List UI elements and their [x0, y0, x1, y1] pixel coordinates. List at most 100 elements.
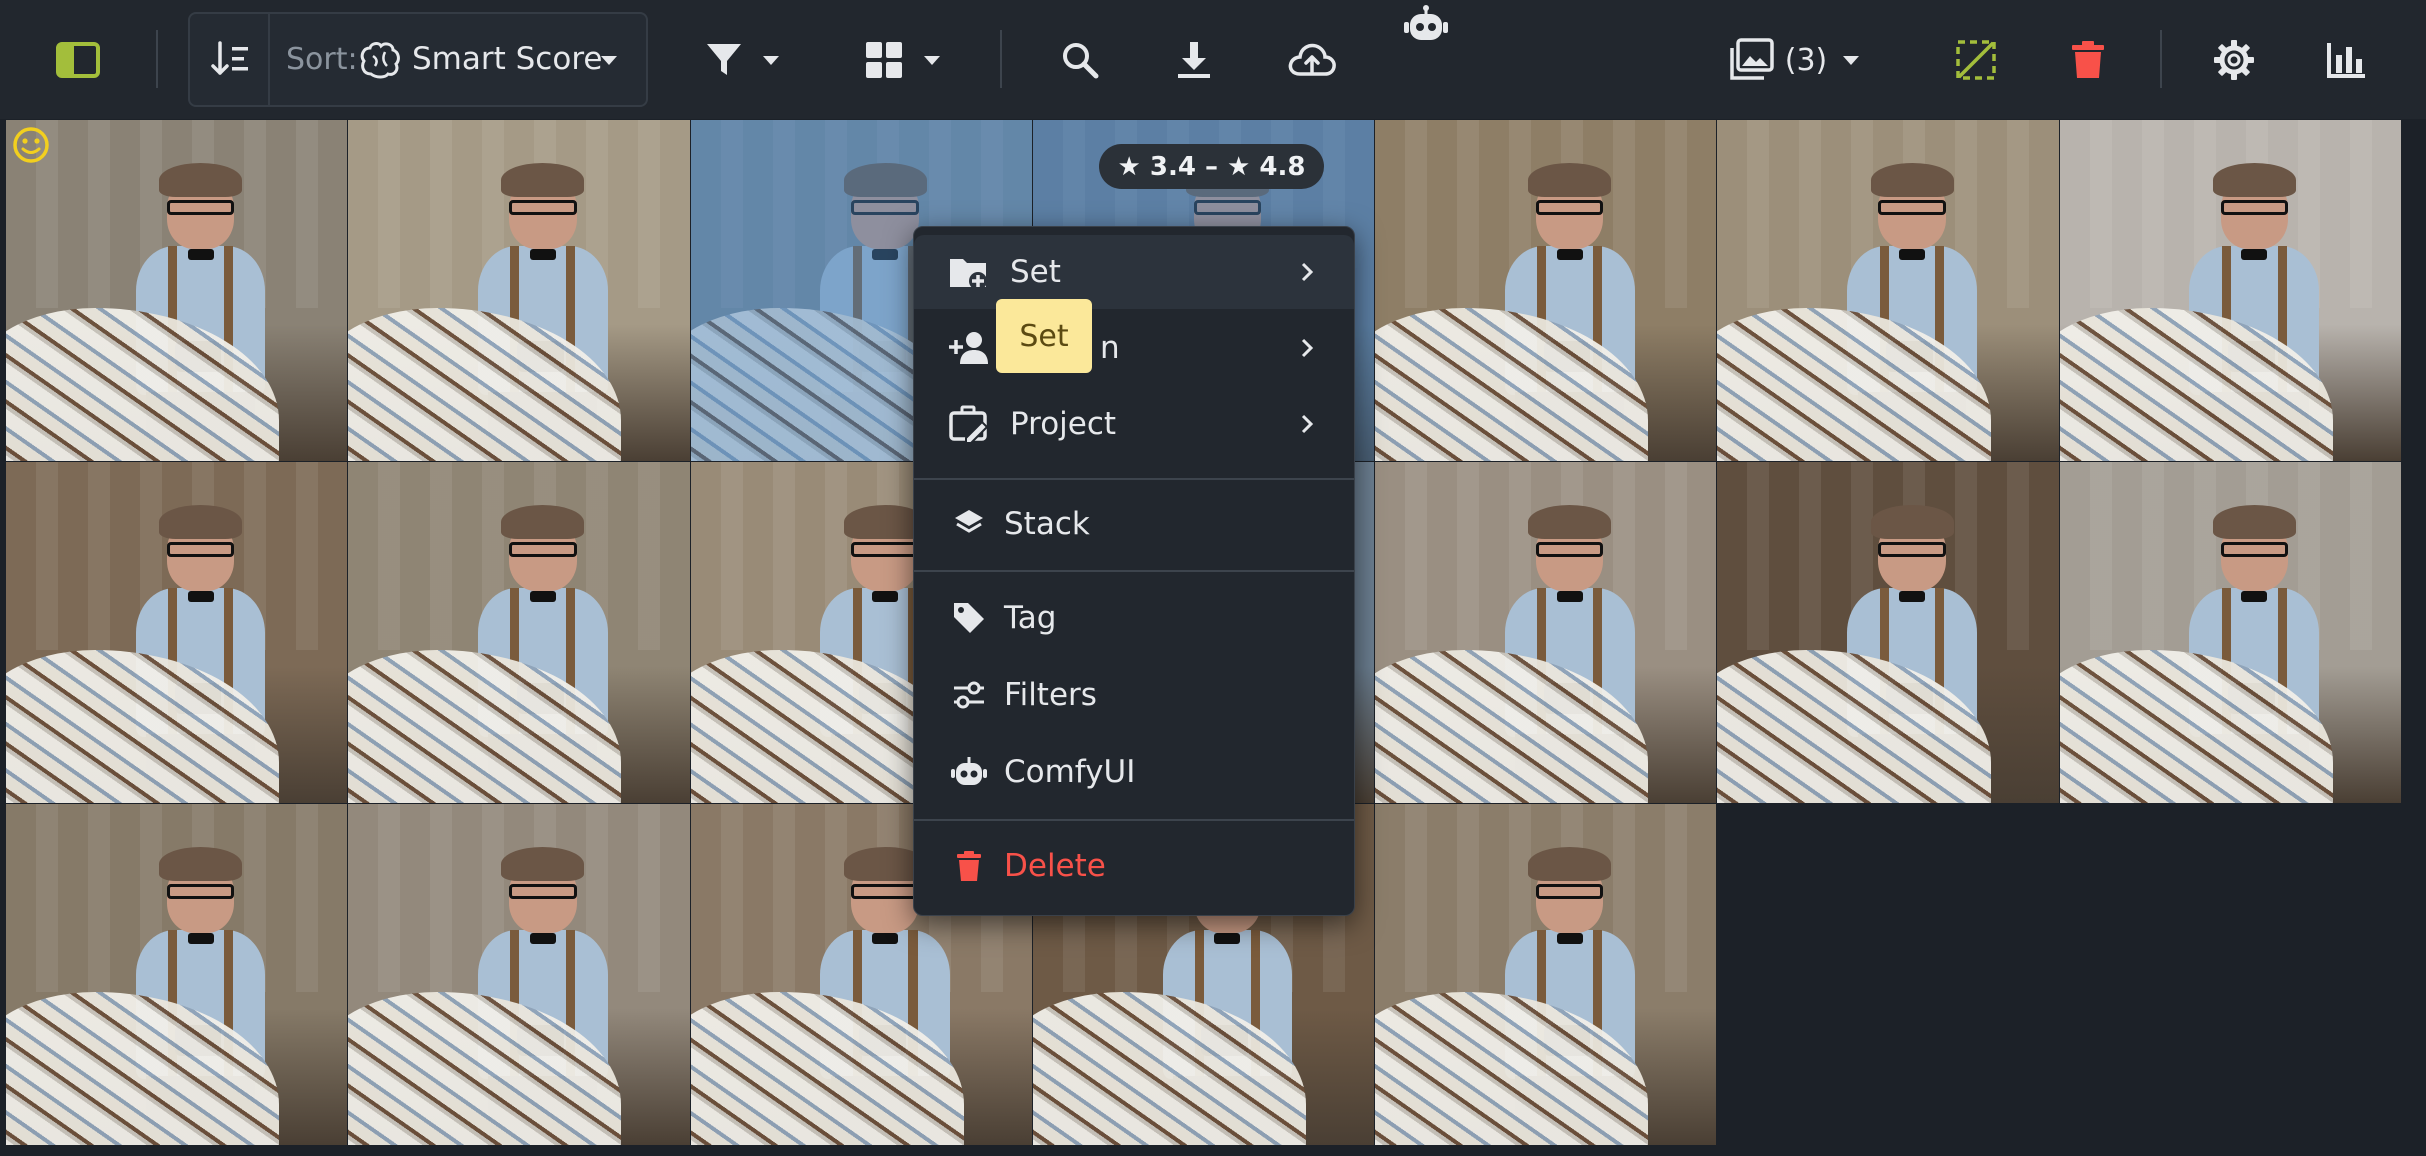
cloud-upload-button[interactable] [1284, 36, 1340, 84]
photo-thumbnail[interactable] [6, 462, 348, 803]
delete-button[interactable] [2064, 36, 2112, 84]
smiley-face-icon [13, 127, 49, 163]
trash-icon [948, 845, 990, 887]
photo-image [1375, 462, 1717, 803]
tag-icon [948, 597, 990, 639]
photo-image [348, 804, 690, 1145]
photo-thumbnail[interactable] [6, 120, 348, 461]
menu-divider [914, 570, 1354, 572]
sort-dropdown-button[interactable] [596, 50, 622, 70]
sort-brain-badge [358, 38, 402, 82]
photo-image [2059, 120, 2402, 461]
robot-icon [948, 751, 990, 793]
filter-dropdown-button[interactable] [692, 34, 792, 86]
menu-item-label: Stack [1004, 506, 1090, 542]
sort-direction-icon [211, 41, 248, 75]
media-count-label: (3) [1784, 42, 1828, 78]
menu-item-filters[interactable]: Filters [914, 658, 1354, 732]
photo-image [6, 804, 348, 1145]
sort-group-divider [268, 14, 270, 105]
photo-image [2059, 462, 2402, 803]
download-button[interactable] [1170, 36, 1218, 84]
menu-item-label: ComfyUI [1004, 754, 1136, 790]
photo-thumbnail[interactable] [2059, 120, 2402, 461]
brain-icon [360, 42, 400, 79]
photo-thumbnail[interactable] [1375, 462, 1717, 803]
photo-thumbnail[interactable] [1375, 120, 1717, 461]
folder-plus-icon [948, 251, 990, 293]
empty-grid-cell [1717, 804, 2059, 1145]
photo-thumbnail[interactable] [348, 120, 690, 461]
photo-thumbnail[interactable] [1375, 804, 1717, 1145]
deselect-icon [1956, 40, 1996, 80]
sort-value[interactable]: Smart Score [412, 14, 602, 105]
chevron-down-icon [924, 55, 940, 65]
bar-chart-icon [2327, 43, 2365, 78]
menu-item-set[interactable]: Set [914, 235, 1354, 309]
toolbar-divider [156, 30, 158, 88]
chevron-right-icon [1301, 262, 1314, 282]
empty-grid-cell [2059, 804, 2402, 1145]
menu-item-stack[interactable]: Stack [914, 487, 1354, 561]
menu-item-project[interactable]: Project [914, 387, 1354, 461]
chevron-down-icon [1843, 55, 1860, 65]
toolbar-divider [2160, 30, 2162, 88]
deselect-button[interactable] [1952, 36, 2000, 84]
photo-thumbnail[interactable] [1717, 462, 2059, 803]
photo-image [6, 462, 348, 803]
settings-button[interactable] [2210, 36, 2258, 84]
photo-image [1375, 120, 1717, 461]
menu-item-label: Project [1010, 406, 1117, 442]
media-count-dropdown[interactable]: (3) [1724, 32, 1864, 88]
layout-dropdown-button[interactable] [852, 34, 952, 86]
sort-direction-button[interactable] [208, 36, 252, 82]
filter-icon [707, 44, 741, 75]
sliders-icon [948, 674, 990, 716]
menu-item-comfyui[interactable]: ComfyUI [914, 735, 1354, 809]
user-plus-icon [948, 327, 990, 369]
photo-thumbnail[interactable] [6, 804, 348, 1145]
menu-item-label: Delete [1004, 848, 1106, 884]
photo-image [1717, 462, 2059, 803]
menu-item-label: Tag [1004, 600, 1057, 636]
photo-thumbnail[interactable] [348, 462, 690, 803]
menu-divider [914, 819, 1354, 821]
robot-icon [1404, 5, 1448, 40]
images-icon [1730, 38, 1774, 80]
search-button[interactable] [1056, 36, 1104, 84]
statistics-button[interactable] [2322, 36, 2370, 84]
download-icon [1178, 42, 1210, 78]
photo-thumbnail[interactable] [348, 804, 690, 1145]
trash-icon [2072, 41, 2104, 78]
sort-control: Sort: Smart Score [188, 12, 648, 107]
menu-divider [914, 478, 1354, 480]
rating-range-badge: ★ 3.4 – ★ 4.8 [1099, 144, 1324, 189]
menu-item-label: Filters [1004, 677, 1097, 713]
chevron-right-icon [1301, 414, 1314, 434]
photo-thumbnail[interactable] [2059, 462, 2402, 803]
sidebar-toggle-icon [56, 42, 100, 78]
photo-image [1717, 120, 2059, 461]
menu-item-label: n [1100, 330, 1120, 366]
grid-layout-icon [866, 42, 902, 78]
sort-label: Sort: [286, 42, 358, 77]
menu-item-person[interactable]: n [914, 311, 1354, 385]
toolbar-divider [1000, 30, 1002, 88]
photo-image [348, 462, 690, 803]
ai-assistant-button[interactable] [1400, 0, 1452, 48]
photo-image [1375, 804, 1717, 1145]
menu-item-delete[interactable]: Delete [914, 829, 1354, 903]
briefcase-edit-icon [948, 403, 990, 445]
menu-item-tag[interactable]: Tag [914, 581, 1354, 655]
toolbar: Sort: Smart Score (3) [0, 0, 2426, 119]
tooltip: Set [996, 299, 1092, 373]
photo-thumbnail[interactable] [1717, 120, 2059, 461]
menu-item-label: Set [1010, 254, 1061, 290]
photo-image [348, 120, 690, 461]
layers-icon [948, 503, 990, 545]
photo-image [6, 120, 348, 461]
chevron-down-icon [601, 55, 617, 65]
sidebar-toggle-button[interactable] [52, 36, 104, 84]
chevron-right-icon [1301, 338, 1314, 358]
cloud-upload-icon [1288, 43, 1336, 76]
